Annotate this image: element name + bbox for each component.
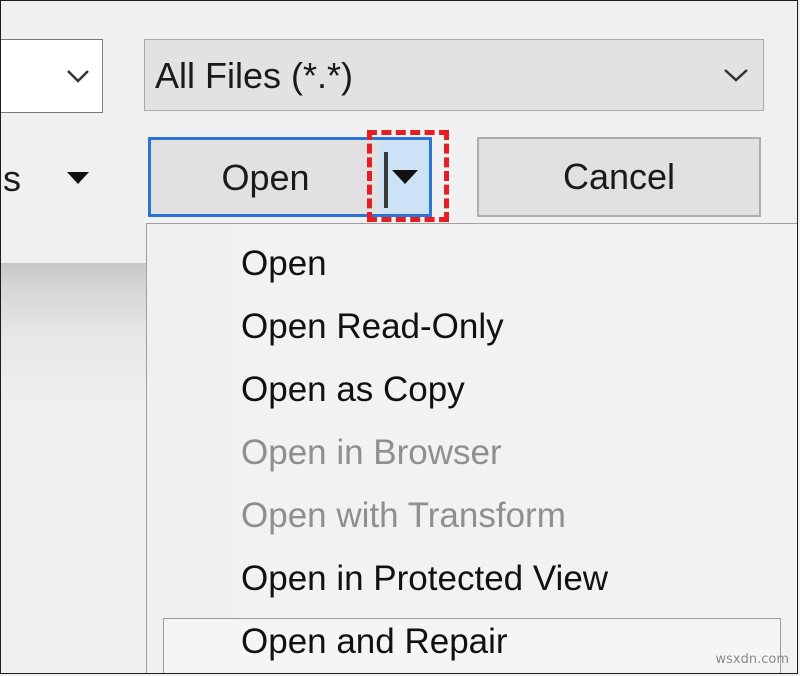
red-dashed-highlight — [367, 130, 449, 222]
file-open-dialog: All Files (*.*) s Open Cancel Open Open … — [0, 0, 798, 674]
menu-icon-column — [147, 224, 233, 673]
menu-item-open-with-transform: Open with Transform — [241, 496, 566, 535]
menu-item-open-in-browser: Open in Browser — [241, 433, 502, 472]
file-name-combo[interactable] — [1, 39, 103, 113]
open-button-label: Open — [221, 157, 310, 198]
watermark: wsxdn.com — [715, 652, 790, 667]
chevron-down-icon — [724, 69, 748, 82]
open-button[interactable]: Open — [148, 137, 380, 217]
menu-item-open[interactable]: Open — [241, 236, 327, 292]
cancel-button[interactable]: Cancel — [477, 137, 761, 217]
tools-label: s — [3, 158, 21, 199]
dialog-background — [1, 263, 148, 673]
menu-item-open-as-copy[interactable]: Open as Copy — [241, 362, 465, 418]
file-type-select[interactable]: All Files (*.*) — [144, 39, 764, 111]
tools-dropdown[interactable]: s — [1, 139, 121, 219]
open-options-menu: Open Open Read-Only Open as Copy Open in… — [146, 223, 797, 673]
menu-item-open-in-protected-view[interactable]: Open in Protected View — [241, 551, 608, 607]
triangle-down-icon — [67, 172, 89, 184]
chevron-down-icon — [67, 70, 89, 83]
cancel-button-label: Cancel — [562, 156, 676, 197]
menu-item-open-and-repair[interactable]: Open and Repair — [241, 614, 508, 670]
menu-item-open-read-only[interactable]: Open Read-Only — [241, 299, 504, 355]
file-type-value: All Files (*.*) — [155, 55, 354, 96]
